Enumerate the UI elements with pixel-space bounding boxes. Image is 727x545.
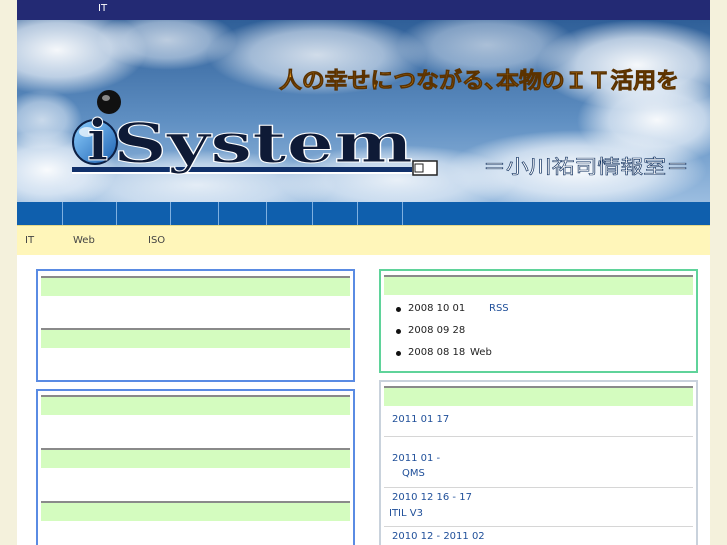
news-date: 2008 09 28 <box>408 325 466 336</box>
nav-item-8[interactable] <box>358 202 402 225</box>
page-wrapper: IT i System 人の幸せにつながる､本物のＩＴ活用を ＝小川祐司情報室＝… <box>17 0 710 545</box>
events-header-bar <box>384 386 693 406</box>
nav-item-4[interactable] <box>171 202 218 225</box>
event-date: 2010 12 16 - 17 <box>392 492 472 503</box>
news-panel: 2008 10 01 RSS 2008 09 28 2008 08 18 Web <box>379 269 698 373</box>
event-text: ITIL V3 <box>389 508 423 519</box>
logo-i: i <box>87 108 108 174</box>
header-banner: i System 人の幸せにつながる､本物のＩＴ活用を ＝小川祐司情報室＝ <box>17 20 710 202</box>
breadcrumb-item-it[interactable]: IT <box>25 235 34 246</box>
divider <box>384 487 693 488</box>
bullet-icon <box>396 329 401 334</box>
top-bar: IT <box>17 0 710 20</box>
panel-header-bar <box>41 395 350 415</box>
event-date: 2010 12 - 2011 02 <box>392 531 485 542</box>
banner-graphic: i System 人の幸せにつながる､本物のＩＴ活用を ＝小川祐司情報室＝ <box>17 20 710 202</box>
event-text: QMS <box>402 468 425 479</box>
news-text: Web <box>470 347 492 358</box>
nav-item-5[interactable] <box>219 202 266 225</box>
news-link-rss[interactable]: RSS <box>489 303 509 314</box>
news-date: 2008 10 01 <box>408 303 466 314</box>
panel-header-bar <box>41 276 350 296</box>
breadcrumb-item-iso[interactable]: ISO <box>148 235 165 246</box>
events-panel: 2011 01 17 2011 01 - QMS 2010 12 16 - 17… <box>379 380 698 545</box>
left-panel-1 <box>36 269 355 382</box>
breadcrumb: IT Web ISO <box>17 225 710 255</box>
bullet-icon <box>396 351 401 356</box>
banner-subtitle: ＝小川祐司情報室＝ <box>483 156 689 178</box>
news-date: 2008 08 18 <box>408 347 466 358</box>
top-bar-text: IT <box>98 3 108 14</box>
event-date: 2011 01 17 <box>392 414 450 425</box>
left-panel-2 <box>36 389 355 545</box>
main-nav <box>17 202 710 225</box>
divider <box>384 526 693 527</box>
breadcrumb-item-web[interactable]: Web <box>73 235 95 246</box>
panel-header-bar <box>41 328 350 348</box>
divider <box>384 436 693 437</box>
panel-header-bar <box>41 448 350 468</box>
nav-item-1[interactable] <box>17 202 62 225</box>
event-date: 2011 01 - <box>392 453 441 464</box>
bullet-icon <box>396 307 401 312</box>
nav-divider <box>402 202 403 225</box>
nav-item-6[interactable] <box>267 202 312 225</box>
banner-tagline: 人の幸せにつながる､本物のＩＴ活用を <box>279 68 679 94</box>
news-header-bar <box>384 275 693 295</box>
nav-item-3[interactable] <box>117 202 170 225</box>
nav-item-7[interactable] <box>313 202 357 225</box>
logo-system: System <box>113 111 413 175</box>
panel-header-bar <box>41 501 350 521</box>
nav-item-2[interactable] <box>63 202 116 225</box>
